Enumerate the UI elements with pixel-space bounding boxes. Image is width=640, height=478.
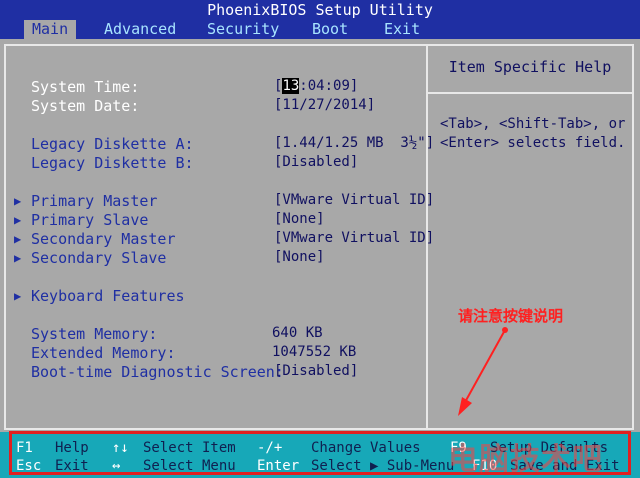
watermark-text: 电脑技术吧 <box>448 442 603 477</box>
key-f1-desc: Help <box>55 440 89 456</box>
key-esc-desc: Exit <box>55 458 89 474</box>
key-leftright-icon: ↔ <box>112 458 121 474</box>
key-esc: Esc <box>16 458 42 474</box>
watermark-logo: 电脑技术吧 <box>400 432 636 477</box>
key-leftright-desc: Select Menu <box>143 458 236 474</box>
key-f1: F1 <box>16 440 33 456</box>
key-updown-desc: Select Item <box>143 440 236 456</box>
annotation-arrow-icon <box>458 327 508 416</box>
key-updown-icon: ↑↓ <box>112 440 129 456</box>
key-minusplus: -/+ <box>257 440 283 456</box>
key-enter: Enter <box>257 458 300 474</box>
